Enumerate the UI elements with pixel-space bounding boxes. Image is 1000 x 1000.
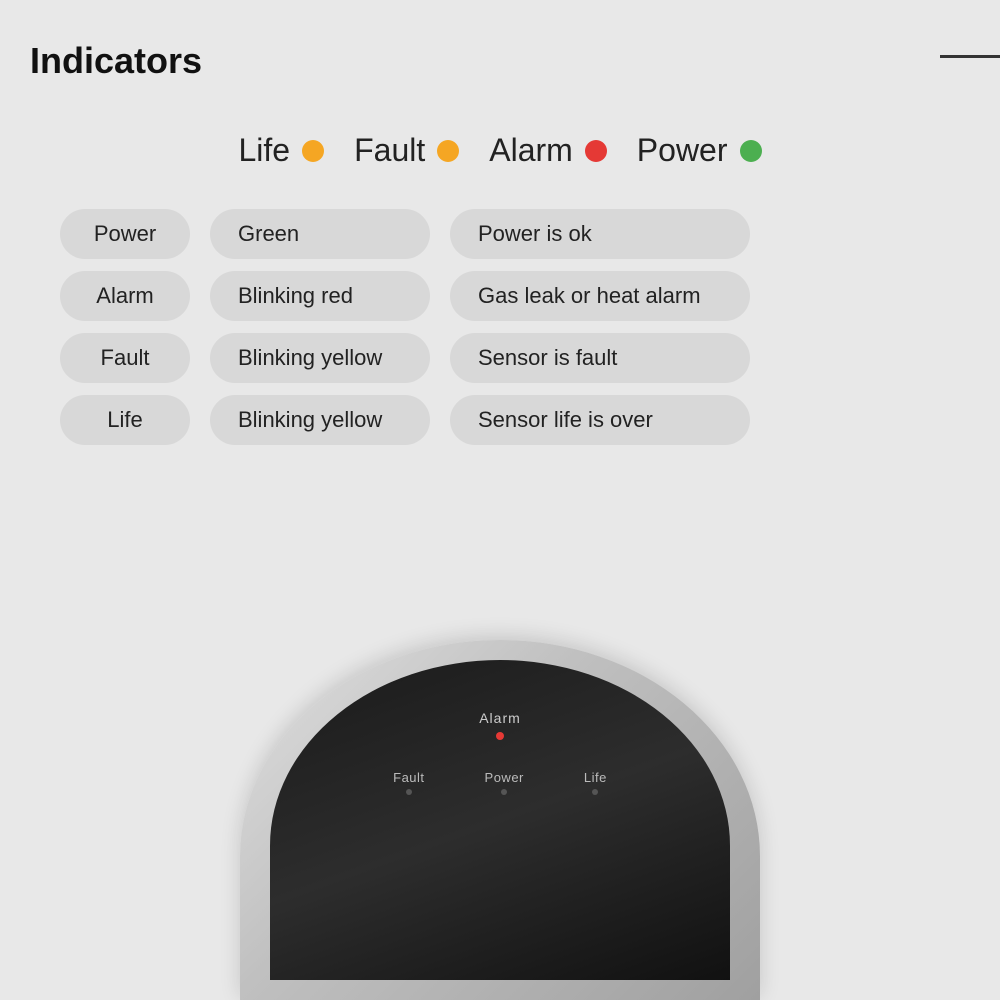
life-indicator: Life [584,770,607,795]
alarm-label: Alarm [479,710,521,726]
legend-label-alarm: Alarm [489,132,573,169]
power-indicator: Power [485,770,524,795]
top-line [940,55,1000,58]
fault-indicator: Fault [393,770,424,795]
table-row: Power Green Power is ok [60,209,940,259]
table-cell-power-desc: Power is ok [450,209,750,259]
legend-label-power: Power [637,132,728,169]
life-indicator-label: Life [584,770,607,785]
table-row: Fault Blinking yellow Sensor is fault [60,333,940,383]
table-cell-alarm-label: Alarm [60,271,190,321]
power-dot-icon [740,140,762,162]
life-dot-icon [302,140,324,162]
table-cell-alarm-desc: Gas leak or heat alarm [450,271,750,321]
table-cell-alarm-color: Blinking red [210,271,430,321]
table-cell-life-desc: Sensor life is over [450,395,750,445]
fault-dot-icon [437,140,459,162]
page-title: Indicators [30,40,202,81]
device-inner-face: Alarm Fault Power Life [270,660,730,980]
table-cell-life-label: Life [60,395,190,445]
life-led-dot [592,789,598,795]
bottom-indicators: Fault Power Life [393,770,607,795]
legend-label-fault: Fault [354,132,425,169]
device-area: Alarm Fault Power Life [200,640,800,1000]
power-indicator-label: Power [485,770,524,785]
table-cell-power-color: Green [210,209,430,259]
alarm-dot-icon [585,140,607,162]
title-section: Indicators [0,0,1000,102]
alarm-indicator-section: Alarm [479,710,521,740]
table-row: Life Blinking yellow Sensor life is over [60,395,940,445]
fault-indicator-label: Fault [393,770,424,785]
legend-item-fault: Fault [354,132,459,169]
table-row: Alarm Blinking red Gas leak or heat alar… [60,271,940,321]
legend-item-power: Power [637,132,762,169]
device-outer-ring: Alarm Fault Power Life [240,640,760,1000]
legend-item-life: Life [239,132,325,169]
table-cell-life-color: Blinking yellow [210,395,430,445]
alarm-led-dot [496,732,504,740]
legend-item-alarm: Alarm [489,132,607,169]
table-cell-fault-desc: Sensor is fault [450,333,750,383]
power-led-dot [501,789,507,795]
table-cell-fault-color: Blinking yellow [210,333,430,383]
legend-label-life: Life [239,132,291,169]
indicators-table: Power Green Power is ok Alarm Blinking r… [0,209,1000,445]
legend-row: Life Fault Alarm Power [0,132,1000,169]
fault-led-dot [406,789,412,795]
page-container: Indicators Life Fault Alarm Power Power … [0,0,1000,1000]
table-cell-fault-label: Fault [60,333,190,383]
table-cell-power-label: Power [60,209,190,259]
